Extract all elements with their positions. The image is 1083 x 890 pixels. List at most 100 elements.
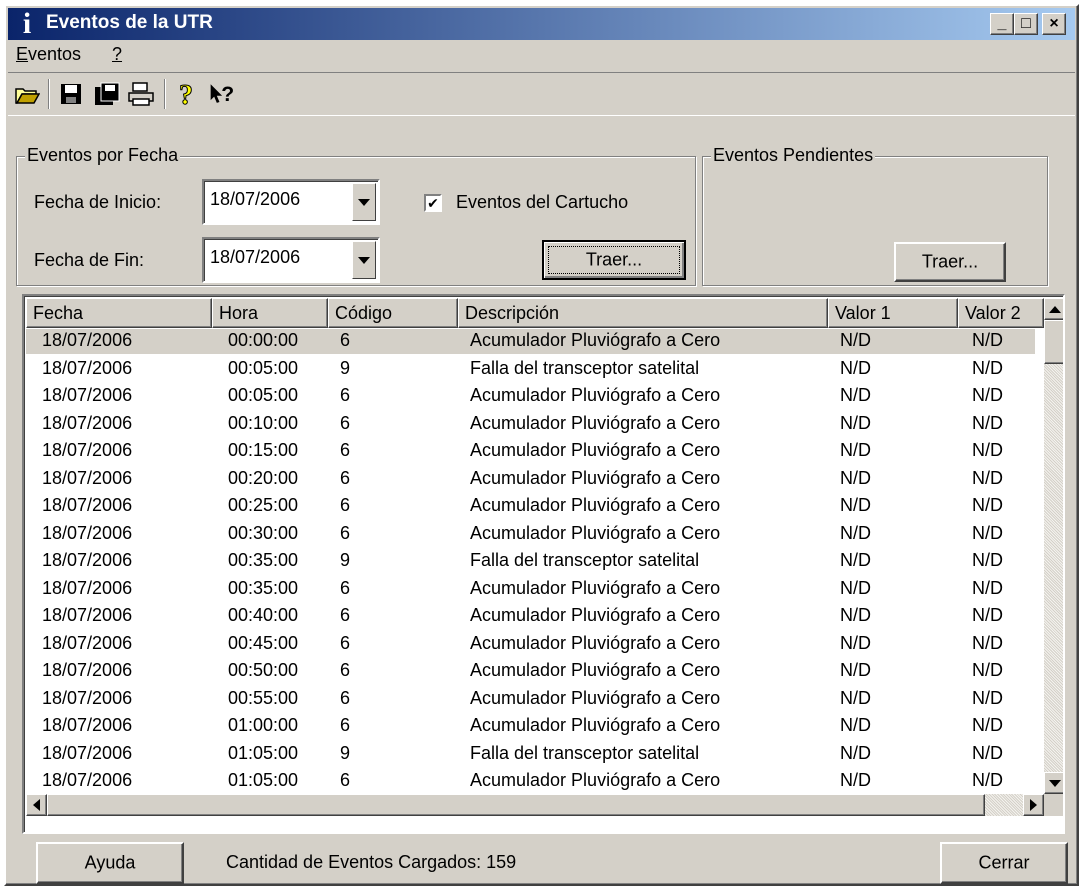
cell-codigo: 6 (340, 330, 351, 350)
cell-hora: 00:05:00 (228, 385, 299, 405)
cell-hora: 00:05:00 (228, 357, 299, 378)
menu-mnemonic: E (16, 44, 29, 64)
maximize-button[interactable]: □ (1014, 13, 1038, 35)
col-hora[interactable]: Hora (212, 298, 328, 328)
table-row[interactable]: 18/07/2006 00:10:00 6 Acumulador Pluviógraf… (26, 412, 1035, 437)
cerrar-label: Cerrar (978, 852, 1030, 873)
cerrar-button[interactable]: Cerrar (940, 842, 1068, 884)
cell-hora: 00:25:00 (228, 495, 299, 515)
cell-descripcion: Falla del transceptor satelital (470, 742, 700, 763)
cell-fecha: 18/07/2006 (42, 715, 133, 735)
cell-descripcion: Acumulador Pluviógrafo a Cero (470, 412, 721, 433)
table-row[interactable]: 18/07/2006 00:55:00 6 Acumulador Pluviógraf… (26, 687, 1035, 712)
cell-descripcion: Acumulador Pluviógrafo a Cero (470, 715, 721, 735)
table-row[interactable]: 18/07/2006 00:35:00 6 Acumulador Pluviógraf… (26, 577, 1035, 602)
chevron-down-icon[interactable] (352, 241, 376, 279)
open-folder-icon[interactable] (12, 79, 42, 109)
table-row[interactable]: 18/07/2006 00:50:00 6 Acumulador Pluviógraf… (26, 659, 1035, 684)
table-row[interactable]: 18/07/2006 00:40:00 6 Acumulador Pluviógraf… (26, 604, 1035, 629)
save-disk-icon[interactable] (56, 79, 86, 109)
traer-fecha-button[interactable]: Traer... (542, 240, 686, 280)
table-row[interactable]: 18/07/2006 00:25:00 6 Acumulador Pluviógraf… (26, 494, 1035, 519)
cell-hora: 00:55:00 (228, 687, 299, 708)
svg-text:?: ? (179, 80, 193, 108)
scroll-down-button[interactable] (1044, 772, 1063, 794)
table-row[interactable]: 18/07/2006 00:05:00 6 Acumulador Pluviógraf… (26, 384, 1035, 409)
col-codigo[interactable]: Código (328, 298, 458, 328)
cartucho-checkbox[interactable]: ✔ (424, 194, 442, 212)
cell-hora: 00:35:00 (228, 577, 299, 598)
cell-valor2: N/D (972, 770, 1003, 790)
cell-valor1: N/D (840, 605, 871, 625)
menu-eventos[interactable]: Eventos (16, 44, 81, 65)
scroll-right-button[interactable] (1023, 794, 1044, 816)
table-row[interactable]: 18/07/2006 00:05:00 9 Falla del transceptor… (26, 357, 1035, 382)
cell-descripcion: Acumulador Pluviógrafo a Cero (470, 385, 721, 405)
fecha-fin-picker[interactable]: 18/07/2006 (202, 237, 380, 283)
traer-fecha-label: Traer... (585, 249, 643, 270)
cell-hora: 01:00:00 (228, 715, 299, 735)
table-body: 18/07/2006 00:00:00 6 Acumulador Pluviógraf… (26, 329, 1035, 794)
cell-codigo: 9 (340, 357, 351, 378)
cell-valor1: N/D (840, 687, 871, 708)
cell-fecha: 18/07/2006 (42, 330, 133, 350)
cell-hora: 00:15:00 (228, 440, 299, 460)
context-help-icon[interactable]: ? (208, 79, 238, 109)
cartucho-label[interactable]: Eventos del Cartucho (456, 192, 628, 213)
cell-valor1: N/D (840, 577, 871, 598)
cell-valor2: N/D (972, 495, 1003, 515)
cell-valor1: N/D (840, 742, 871, 763)
minimize-button[interactable]: _ (990, 13, 1014, 35)
ayuda-button[interactable]: Ayuda (36, 842, 184, 884)
table-row[interactable]: 18/07/2006 01:05:00 9 Falla del transceptor… (26, 742, 1035, 767)
fecha-inicio-picker[interactable]: 18/07/2006 (202, 179, 380, 225)
table-row[interactable]: 18/07/2006 00:00:00 6 Acumulador Pluviógraf… (26, 329, 1035, 354)
cell-hora: 00:00:00 (228, 330, 299, 350)
cell-descripcion: Acumulador Pluviógrafo a Cero (470, 632, 721, 653)
cell-descripcion: Acumulador Pluviógrafo a Cero (470, 330, 721, 350)
print-icon[interactable] (126, 79, 156, 109)
vertical-scroll-thumb[interactable] (1044, 320, 1063, 364)
events-table[interactable]: Fecha Hora Código Descripción Valor 1 Va… (22, 294, 1065, 834)
title-bar[interactable]: i Eventos de la UTR _ □ × (8, 8, 1075, 40)
toolbar-separator (164, 79, 166, 109)
table-row[interactable]: 18/07/2006 01:05:00 6 Acumulador Pluviógraf… (26, 769, 1035, 794)
cell-valor2: N/D (972, 577, 1003, 598)
events-count-status: Cantidad de Eventos Cargados: 159 (226, 852, 517, 872)
horizontal-scroll-thumb[interactable] (47, 794, 985, 816)
window-title: Eventos de la UTR (46, 12, 213, 33)
table-row[interactable]: 18/07/2006 00:45:00 6 Acumulador Pluviógraf… (26, 632, 1035, 657)
chevron-down-icon[interactable] (352, 183, 376, 221)
cell-fecha: 18/07/2006 (42, 550, 133, 570)
fecha-inicio-value: 18/07/2006 (210, 189, 301, 209)
cell-fecha: 18/07/2006 (42, 660, 133, 680)
close-button[interactable]: × (1042, 13, 1066, 35)
cell-valor1: N/D (840, 330, 871, 350)
cell-valor2: N/D (972, 440, 1003, 460)
cell-valor2: N/D (972, 412, 1003, 433)
cell-fecha: 18/07/2006 (42, 440, 133, 460)
cell-fecha: 18/07/2006 (42, 495, 133, 515)
scroll-left-button[interactable] (26, 794, 47, 816)
scroll-up-button[interactable] (1044, 298, 1063, 320)
cell-valor1: N/D (840, 385, 871, 405)
cell-hora: 00:40:00 (228, 605, 299, 625)
horizontal-scrollbar[interactable] (26, 794, 1044, 816)
table-row[interactable]: 18/07/2006 00:20:00 6 Acumulador Pluviógraf… (26, 467, 1035, 492)
table-row[interactable]: 18/07/2006 00:35:00 9 Falla del transceptor… (26, 549, 1035, 574)
cell-codigo: 6 (340, 660, 351, 680)
col-valor1[interactable]: Valor 1 (828, 298, 958, 328)
cell-valor1: N/D (840, 467, 871, 488)
table-row[interactable]: 18/07/2006 00:30:00 6 Acumulador Pluviógraf… (26, 522, 1035, 547)
col-valor2[interactable]: Valor 2 (958, 298, 1044, 328)
vertical-scrollbar[interactable] (1044, 298, 1063, 794)
table-row[interactable]: 18/07/2006 00:15:00 6 Acumulador Pluviógraf… (26, 439, 1035, 464)
table-row[interactable]: 18/07/2006 01:00:00 6 Acumulador Pluviógraf… (26, 714, 1035, 739)
menu-help[interactable]: ? (112, 44, 122, 65)
save-all-icon[interactable] (92, 79, 122, 109)
col-descripcion[interactable]: Descripción (458, 298, 828, 328)
col-fecha[interactable]: Fecha (26, 298, 212, 328)
traer-pendientes-button[interactable]: Traer... (894, 242, 1006, 282)
cell-valor2: N/D (972, 632, 1003, 653)
help-icon[interactable]: ? (172, 79, 202, 109)
